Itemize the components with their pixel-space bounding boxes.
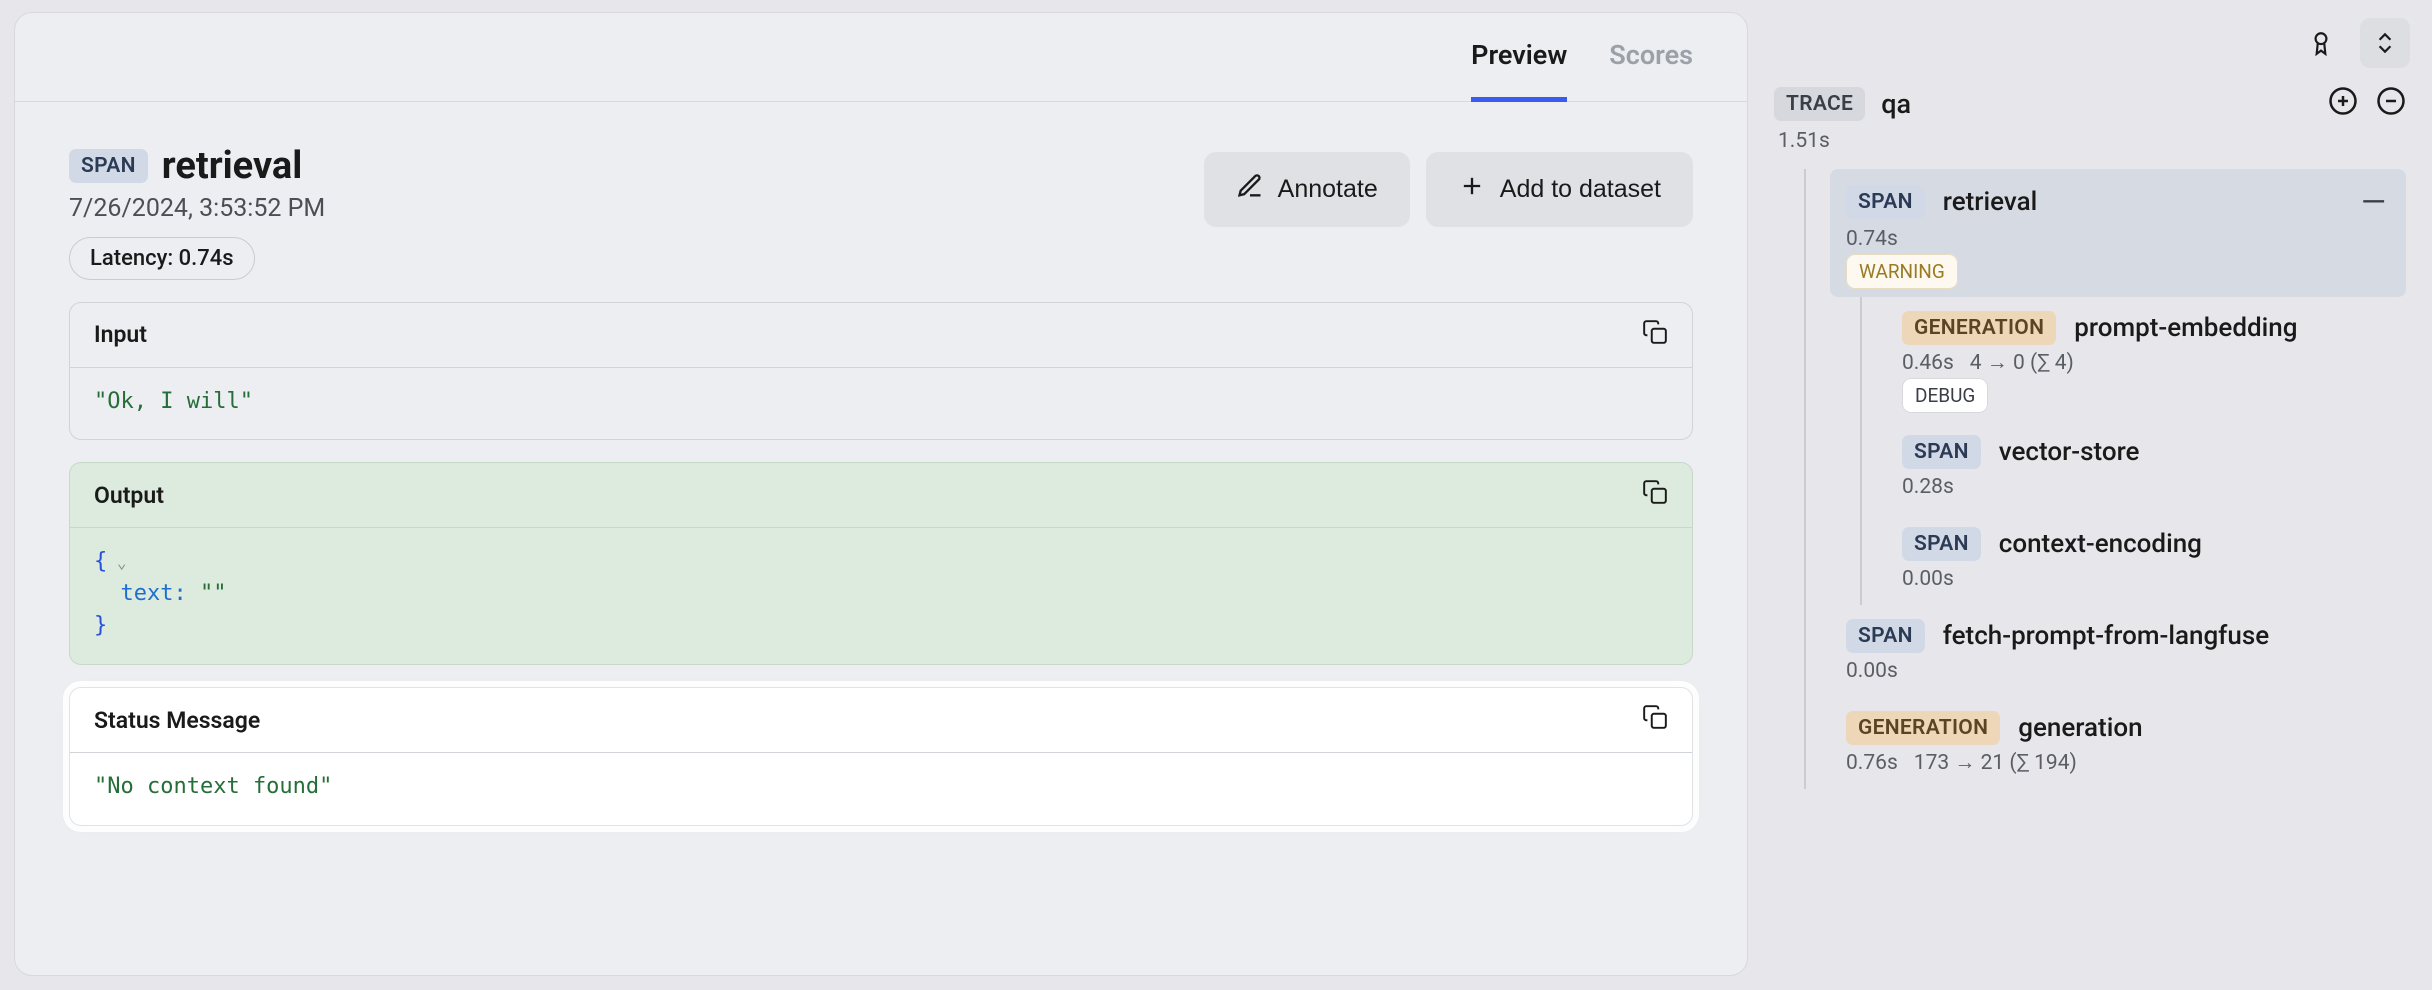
generation-badge: GENERATION [1902,311,2056,345]
add-to-dataset-button[interactable]: Add to dataset [1426,152,1693,227]
node-name: fetch-prompt-from-langfuse [1943,621,2269,651]
node-duration: 0.46s [1902,351,1954,375]
warning-badge: WARNING [1846,254,1958,289]
span-badge: SPAN [1902,435,1981,469]
span-title: retrieval [162,144,303,188]
input-value: "Ok, I will" [94,389,253,414]
node-tokens: 4 → 0 (∑ 4) [1970,351,2074,375]
copy-icon[interactable] [1642,479,1668,511]
annotate-label: Annotate [1278,175,1378,204]
edit-icon [1236,172,1264,207]
status-value: "No context found" [94,774,332,799]
node-duration: 0.76s [1846,751,1898,775]
annotate-button[interactable]: Annotate [1204,152,1410,227]
copy-icon[interactable] [1642,319,1668,351]
debug-badge: DEBUG [1902,378,1988,413]
node-name: prompt-embedding [2074,313,2297,343]
tabs-bar: Preview Scores [15,13,1747,102]
node-name: context-encoding [1999,529,2202,559]
copy-icon[interactable] [1642,704,1668,736]
tree-node-prompt-embedding[interactable]: GENERATION prompt-embedding 0.46s 4 → 0 … [1886,297,2406,421]
node-duration: 0.00s [1846,659,1898,683]
trace-duration: 1.51s [1778,129,2406,153]
node-duration: 0.28s [1902,475,1954,499]
node-duration: 0.74s [1846,227,1898,251]
tab-scores[interactable]: Scores [1609,39,1693,101]
output-label: Output [94,482,164,509]
add-to-dataset-label: Add to dataset [1500,175,1661,204]
latency-pill: Latency: 0.74s [69,237,255,280]
tree-node-fetch-prompt[interactable]: SPAN fetch-prompt-from-langfuse 0.00s [1830,605,2406,697]
node-name: generation [2018,713,2142,743]
collapse-toggle[interactable]: — [2361,183,2394,221]
generation-badge: GENERATION [1846,711,2000,745]
trace-sidebar: TRACE qa 1.51s [1762,0,2432,990]
tree-node-retrieval[interactable]: SPAN retrieval — 0.74s WARNING [1830,169,2406,297]
span-badge: SPAN [1846,185,1925,219]
node-tokens: 173 → 21 (∑ 194) [1914,751,2077,775]
add-icon[interactable] [2328,86,2358,121]
plus-icon [1458,172,1486,207]
tab-preview[interactable]: Preview [1471,39,1567,102]
node-name: retrieval [1943,187,2037,217]
node-duration: 0.00s [1902,567,1954,591]
tree-node-vector-store[interactable]: SPAN vector-store 0.28s [1886,421,2406,513]
output-box: Output { ⌄ text: "" } [69,462,1693,665]
collapse-button[interactable] [2360,18,2410,68]
main-panel: Preview Scores SPAN retrieval 7/26/2024,… [14,12,1748,976]
input-label: Input [94,321,147,348]
tree-node-context-encoding[interactable]: SPAN context-encoding 0.00s [1886,513,2406,605]
input-box: Input "Ok, I will" [69,302,1693,441]
remove-icon[interactable] [2376,86,2406,121]
span-timestamp: 7/26/2024, 3:53:52 PM [69,194,325,223]
span-badge: SPAN [1846,619,1925,653]
status-label: Status Message [94,707,260,734]
trace-name[interactable]: qa [1881,88,1911,120]
status-message-box: Status Message "No context found" [69,687,1693,826]
span-type-badge: SPAN [69,149,148,183]
tree-node-generation[interactable]: GENERATION generation 0.76s 173 → 21 (∑ … [1830,697,2406,789]
span-badge: SPAN [1902,527,1981,561]
bookmark-icon[interactable] [2296,18,2346,68]
trace-badge: TRACE [1774,87,1865,121]
output-value: { ⌄ text: "" } [70,528,1692,664]
node-name: vector-store [1999,437,2140,467]
